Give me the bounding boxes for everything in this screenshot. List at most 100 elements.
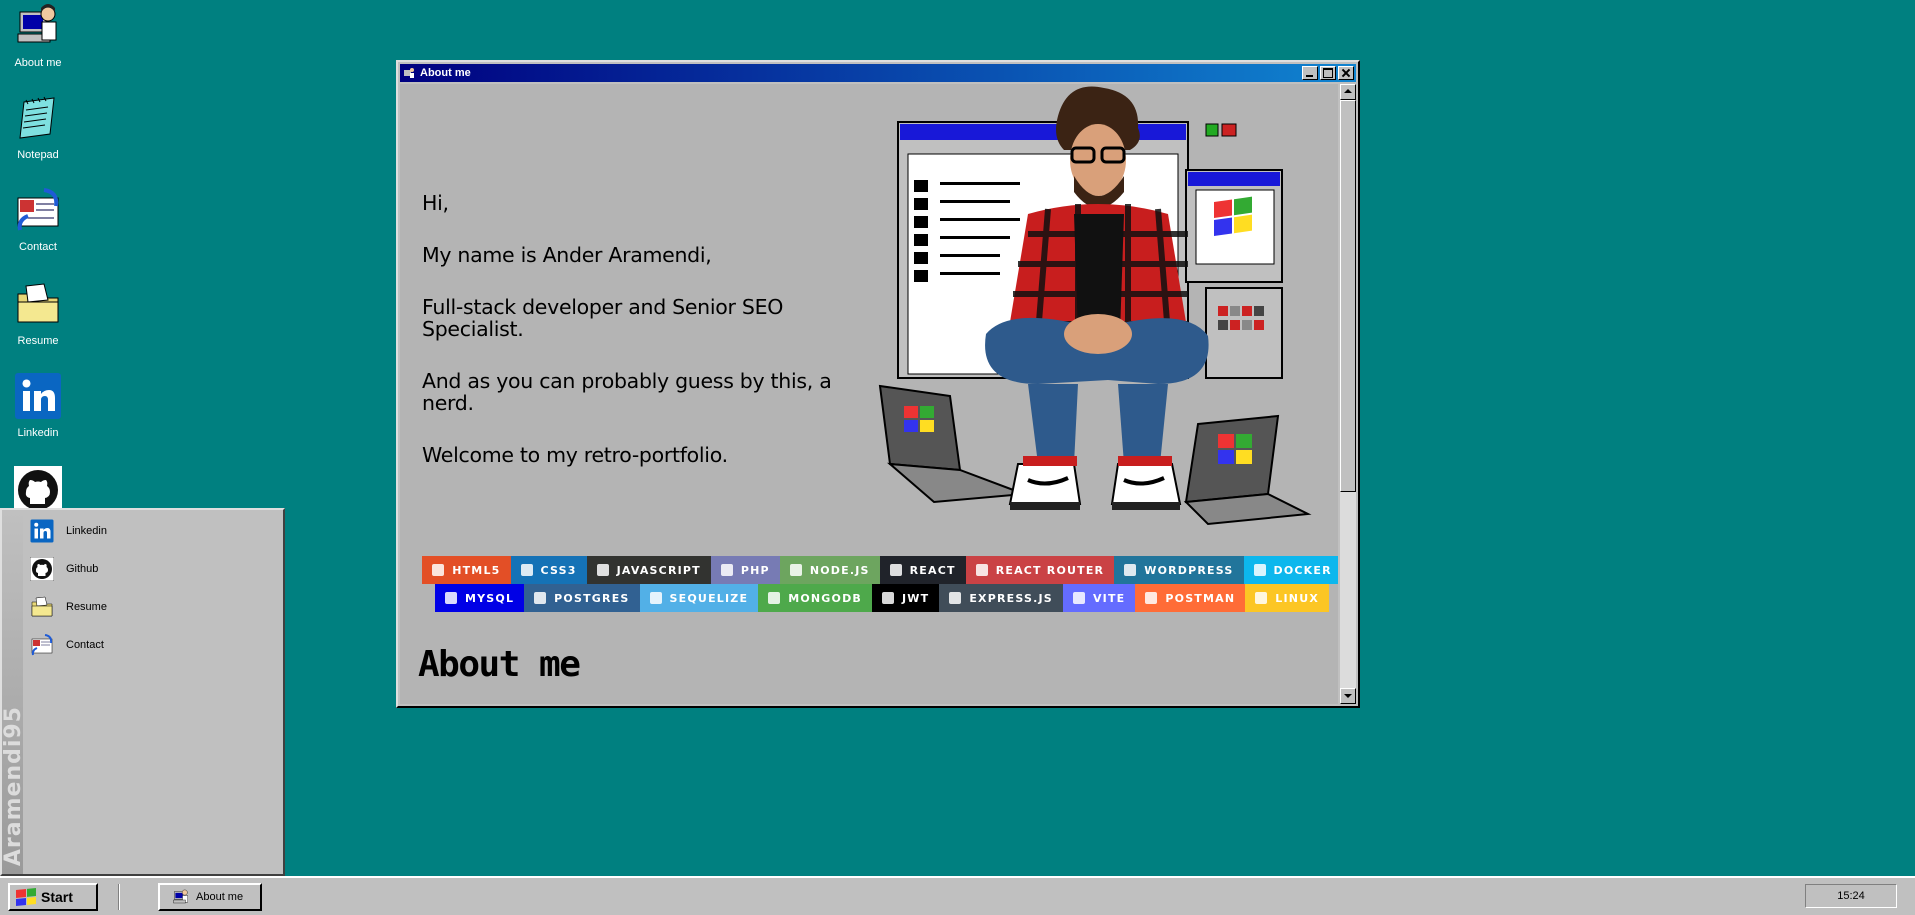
tech-badge-label: CSS3 (540, 563, 577, 577)
tech-badge: REACT ROUTER (965, 556, 1115, 584)
intro-line: My name is Ander Aramendi, (422, 243, 712, 267)
tech-logo-icon (444, 592, 457, 604)
tech-badge: LINUX (1245, 584, 1330, 612)
scroll-up-button[interactable] (1340, 84, 1356, 100)
intro-line: Welcome to my retro-portfolio. (422, 443, 728, 467)
tech-badge-label: DOCKER (1273, 563, 1332, 577)
window-title: About me (420, 67, 471, 79)
start-menu: Aramendi95 Linkedin Github Resume Contac… (0, 508, 285, 876)
vertical-scrollbar[interactable] (1340, 84, 1356, 704)
intro-text: Hi, My name is Ander Aramendi, Full-stac… (422, 192, 862, 496)
system-tray: 15:24 (1805, 884, 1897, 908)
tech-badge: POSTGRES (524, 584, 640, 612)
tech-badge-label: MYSQL (464, 591, 515, 605)
tech-badge: VITE (1062, 584, 1136, 612)
computer-user-icon (172, 888, 190, 906)
tech-badge-label: REACT (909, 563, 956, 577)
desktop-icon-contact[interactable]: Contact (0, 186, 76, 254)
tech-badge: NODE.JS (779, 556, 880, 584)
tech-logo-icon (1124, 564, 1137, 576)
start-menu-item-github[interactable]: Github (29, 554, 280, 584)
tech-badge-label: HTML5 (452, 563, 501, 577)
tech-badge: CSS3 (510, 556, 587, 584)
tech-logo-icon (1253, 564, 1266, 576)
desktop-icon-notepad[interactable]: Notepad (0, 94, 76, 162)
github-icon (29, 556, 55, 582)
tech-badge: SEQUELIZE (639, 584, 759, 612)
tech-badge: EXPRESS.JS (939, 584, 1063, 612)
tech-badge-label: LINUX (1275, 591, 1320, 605)
tech-badge-label: EXPRESS.JS (969, 591, 1053, 605)
start-menu-item-label: Contact (66, 639, 104, 651)
tech-badge-label: REACT ROUTER (995, 563, 1105, 577)
tech-logo-icon (520, 564, 533, 576)
tech-logo-icon (534, 592, 547, 604)
start-menu-item-contact[interactable]: Contact (30, 630, 280, 660)
tech-logo-icon (975, 564, 988, 576)
tech-logo-icon (720, 564, 733, 576)
desktop-icon-resume[interactable]: Resume (0, 280, 76, 348)
tech-badge-label: NODE.JS (809, 563, 870, 577)
intro-line: Hi, (422, 191, 449, 215)
maximize-button[interactable] (1320, 66, 1336, 80)
start-menu-brand: Aramendi95 (1, 705, 26, 866)
tech-badge: MONGODB (758, 584, 872, 612)
scroll-down-button[interactable] (1340, 688, 1356, 704)
folder-icon (14, 280, 62, 328)
tech-badge-label: JAVASCRIPT (616, 563, 701, 577)
intro-line: Full-stack developer and Senior SEO Spec… (422, 295, 784, 341)
taskbar-separator (118, 884, 120, 910)
tech-badge: DOCKER (1243, 556, 1338, 584)
github-icon (14, 466, 62, 514)
tech-badge-label: POSTMAN (1165, 591, 1236, 605)
start-menu-item-label: Linkedin (66, 525, 107, 537)
tech-badge-label: PHP (740, 563, 770, 577)
tech-badge: HTML5 (422, 556, 511, 584)
taskbar-window-label: About me (196, 891, 244, 903)
minimize-button[interactable] (1302, 66, 1318, 80)
start-menu-item-label: Github (66, 563, 99, 575)
about-me-window[interactable]: About me Hi, My name is Ander Aramendi, … (396, 60, 1360, 708)
contact-card-icon (14, 186, 62, 234)
linkedin-icon (14, 372, 62, 420)
computer-user-icon (14, 2, 62, 50)
desktop-icon-linkedin[interactable]: Linkedin (0, 372, 76, 440)
scroll-thumb[interactable] (1340, 100, 1356, 492)
tech-badge-label: VITE (1092, 591, 1126, 605)
start-menu-item-label: Resume (66, 601, 107, 613)
desktop-icon-label: Notepad (17, 149, 59, 161)
taskbar: Start About me 15:24 (0, 876, 1915, 915)
tech-logo-icon (1255, 592, 1268, 604)
start-menu-item-resume[interactable]: Resume (30, 592, 280, 622)
tech-logo-icon (889, 564, 902, 576)
tech-badge-label: SEQUELIZE (669, 591, 749, 605)
tech-logo-icon (1072, 592, 1085, 604)
desktop-icon-about-me[interactable]: About me (0, 2, 76, 70)
desktop-icon-label: Contact (19, 241, 57, 253)
window-content: Hi, My name is Ander Aramendi, Full-stac… (400, 84, 1338, 704)
tech-logo-icon (949, 592, 962, 604)
tech-logo-icon (1145, 592, 1158, 604)
notepad-icon (14, 94, 62, 142)
tech-badge: REACT (879, 556, 966, 584)
tech-logo-icon (649, 592, 662, 604)
developer-illustration (868, 84, 1328, 544)
start-button[interactable]: Start (8, 883, 98, 911)
taskbar-window-button[interactable]: About me (158, 883, 262, 911)
tech-logo-icon (882, 592, 894, 604)
start-menu-brand-band: Aramendi95 (1, 510, 26, 874)
window-titlebar[interactable]: About me (400, 64, 1356, 82)
linkedin-icon (30, 519, 54, 543)
about-heading: About me (418, 644, 581, 685)
tech-badge-label: WORDPRESS (1144, 563, 1234, 577)
tech-logo-icon (789, 564, 802, 576)
start-menu-item-linkedin[interactable]: Linkedin (30, 516, 280, 546)
tech-badge: JWT (872, 584, 940, 612)
tech-badge: WORDPRESS (1114, 556, 1244, 584)
close-button[interactable] (1338, 66, 1354, 80)
intro-line: And as you can probably guess by this, a… (422, 369, 832, 415)
clock: 15:24 (1837, 890, 1865, 902)
tech-badge-label: MONGODB (788, 591, 862, 605)
folder-icon (30, 595, 54, 619)
tech-badge: MYSQL (434, 584, 525, 612)
